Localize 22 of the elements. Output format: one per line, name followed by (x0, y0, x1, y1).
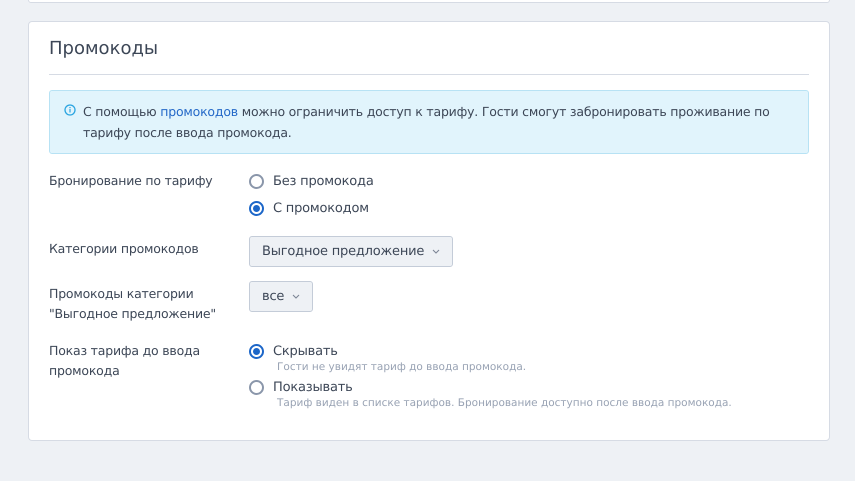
radio-label[interactable]: С промокодом (273, 201, 369, 216)
field-label: Категории промокодов (49, 240, 200, 258)
radio-label[interactable]: Показывать (273, 380, 353, 395)
dropdown[interactable]: Выгодное предложение (249, 236, 454, 267)
caret-icon (292, 294, 300, 299)
radio-button[interactable] (249, 344, 264, 359)
field-label: Бронирование по тарифу (49, 172, 214, 190)
radio-button[interactable] (249, 174, 264, 189)
field-label: Показ тарифа до ввода промокода (49, 342, 201, 380)
dropdown[interactable]: все (249, 281, 314, 312)
section-title: Промокоды (49, 22, 809, 75)
radio-button[interactable] (249, 380, 264, 395)
promo-link[interactable]: промокодов (160, 104, 238, 119)
radio-label[interactable]: Без промокода (273, 174, 374, 189)
option-hint: Тариф виден в списке тарифов. Бронирование доступно после ввода промокода. (277, 397, 733, 409)
field-label: Промокоды категории "Выгодное предложение" (49, 285, 217, 323)
info-icon (64, 104, 76, 116)
option-hint: Гости не увидят тариф до ввода промокода. (277, 361, 528, 373)
radio-button[interactable] (249, 201, 264, 216)
info-text: С помощью промокодов можно ограничить доступ к тарифу. Гости смогут забронировать проживание по тарифу после ввода промокода. (83, 103, 771, 142)
caret-icon (432, 249, 440, 254)
radio-label[interactable]: Скрывать (273, 344, 338, 359)
